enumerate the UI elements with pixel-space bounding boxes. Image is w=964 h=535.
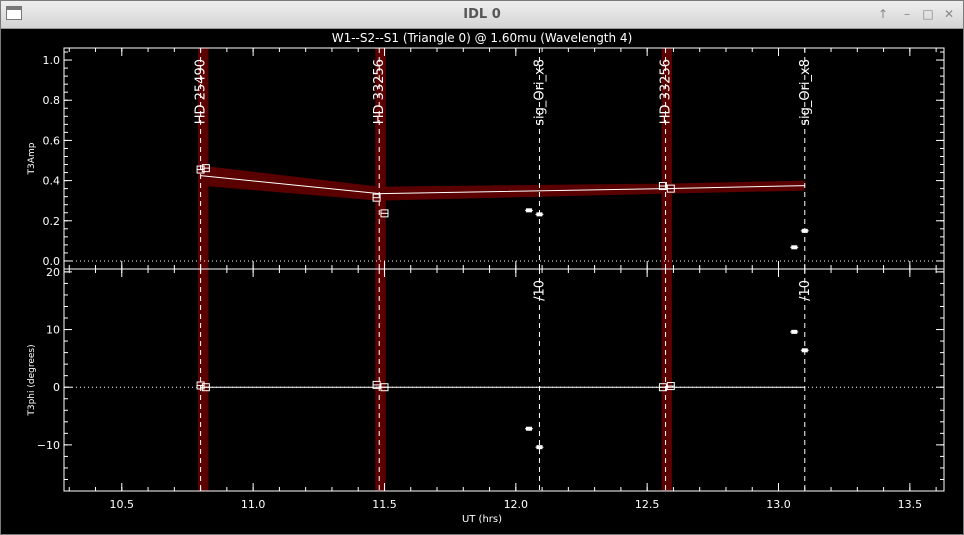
x-tick-label: 12.5 xyxy=(635,498,660,511)
panel-t3phi xyxy=(63,268,945,492)
y-tick-label: 0.6 xyxy=(43,134,61,147)
minimize-button[interactable]: – xyxy=(898,5,916,23)
marker-label: HD 33256 xyxy=(659,59,674,124)
x-tick-label: 12.0 xyxy=(504,498,529,511)
idl-plot: W1--S2--S1 (Triangle 0) @ 1.60mu (Wavele… xyxy=(27,31,945,525)
x-tick-label: 13.0 xyxy=(766,498,791,511)
marker-phi-label: /10 xyxy=(532,280,547,301)
y-tick-label: 20 xyxy=(46,266,60,279)
marker-label: sig_Ori_x8 xyxy=(798,59,813,126)
x-tick-label: 11.0 xyxy=(241,498,266,511)
axis-box xyxy=(63,268,945,492)
y-tick-label: 0.4 xyxy=(43,175,61,188)
calibrator-band xyxy=(197,269,209,491)
title-bar[interactable]: IDL 0 ↑ – □ ✕ xyxy=(1,1,963,29)
x-tick-label: 11.5 xyxy=(372,498,397,511)
marker-label: sig_Ori_x8 xyxy=(532,59,547,126)
y-tick-label: −10 xyxy=(37,439,60,452)
y-tick-label: 10 xyxy=(46,324,60,337)
y-tick-label: 0 xyxy=(53,381,60,394)
maximize-button[interactable]: □ xyxy=(919,5,937,23)
y-tick-label: 1.0 xyxy=(43,54,61,67)
window-title: IDL 0 xyxy=(463,7,501,22)
x-axis-label: UT (hrs) xyxy=(462,514,502,525)
marker-label: HD 25490 xyxy=(194,59,209,124)
calibrator-band xyxy=(661,269,673,491)
y-tick-label: 0.8 xyxy=(43,94,61,107)
x-tick-label: 13.5 xyxy=(898,498,923,511)
chart-title: W1--S2--S1 (Triangle 0) @ 1.60mu (Wavele… xyxy=(332,31,633,45)
close-button[interactable]: ✕ xyxy=(940,5,958,23)
calibrator-band xyxy=(375,269,386,491)
transfer-function-band xyxy=(200,165,805,201)
idl-window: IDL 0 ↑ – □ ✕ W1--S2--S1 (Triangle 0) @ … xyxy=(0,0,964,535)
marker-label: HD 33256 xyxy=(372,59,387,124)
x-tick-label: 10.5 xyxy=(110,498,135,511)
marker-phi-label: /10 xyxy=(798,280,813,301)
keep-above-button[interactable]: ↑ xyxy=(874,5,892,23)
y-axis-label: T3Amp xyxy=(27,142,37,175)
y-tick-label: 0.2 xyxy=(43,215,61,228)
y-axis-label: T3phi (degrees) xyxy=(27,344,37,416)
